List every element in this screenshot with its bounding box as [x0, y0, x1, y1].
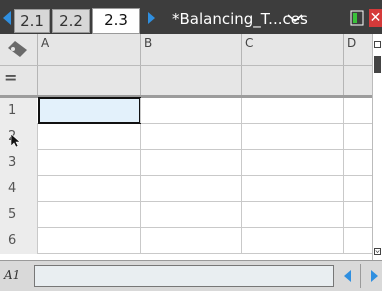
- cell-c2[interactable]: [241, 124, 343, 149]
- formula-row-label: =: [4, 68, 18, 87]
- column-header-row: A B C D: [0, 34, 372, 66]
- cell-b1[interactable]: [140, 98, 241, 123]
- cell-reference: A1: [4, 268, 21, 282]
- row-number[interactable]: 3: [0, 150, 37, 176]
- formula-cell-c[interactable]: [241, 66, 344, 95]
- cell-a2[interactable]: [37, 124, 140, 149]
- cell-d2[interactable]: [343, 124, 372, 149]
- cell-d5[interactable]: [343, 202, 372, 227]
- table-row: 1: [0, 97, 372, 124]
- table-row: 2: [0, 124, 372, 150]
- nav-left-arrow-icon[interactable]: [344, 270, 351, 282]
- battery-icon: [350, 10, 364, 26]
- close-icon[interactable]: ✕: [369, 9, 382, 27]
- cell-c5[interactable]: [241, 202, 343, 227]
- formula-row: =: [0, 66, 372, 98]
- tab-2-2[interactable]: 2.2: [52, 9, 90, 33]
- cell-d6[interactable]: [343, 228, 372, 253]
- column-header-a[interactable]: A: [37, 34, 140, 65]
- cell-c4[interactable]: [241, 176, 343, 201]
- cell-b5[interactable]: [140, 202, 241, 227]
- column-header-c[interactable]: C: [241, 34, 343, 65]
- cell-d3[interactable]: [343, 150, 372, 175]
- tab-2-1[interactable]: 2.1: [14, 9, 50, 33]
- cell-entry-input[interactable]: [34, 265, 334, 287]
- cell-c1[interactable]: [241, 98, 343, 123]
- table-row: 5: [0, 202, 372, 228]
- title-bar: 2.1 2.2 2.3 *Balancing_T...ces ✕: [0, 0, 382, 34]
- column-header-b[interactable]: B: [140, 34, 241, 65]
- cell-a6[interactable]: [37, 228, 140, 253]
- cell-a5[interactable]: [37, 202, 140, 227]
- cell-b4[interactable]: [140, 176, 241, 201]
- mouse-pointer-icon: [11, 134, 21, 148]
- tab-2-3[interactable]: 2.3: [92, 8, 140, 34]
- chevron-down-icon[interactable]: [287, 14, 303, 23]
- table-row: 6: [0, 228, 372, 254]
- diamond-pencil-icon[interactable]: [0, 34, 37, 65]
- cell-d1[interactable]: [343, 98, 372, 123]
- table-row: 4: [0, 176, 372, 202]
- tab-next-arrow-icon[interactable]: [148, 12, 155, 24]
- tab-prev-arrow-icon[interactable]: [3, 11, 11, 25]
- formula-cell-a[interactable]: [37, 66, 141, 95]
- cell-a3[interactable]: [37, 150, 140, 175]
- scroll-up-icon[interactable]: [374, 41, 381, 48]
- cell-b2[interactable]: [140, 124, 241, 149]
- formula-cell-d[interactable]: [343, 66, 372, 95]
- cell-a1[interactable]: [38, 97, 141, 124]
- scrollbar-thumb[interactable]: [374, 56, 381, 73]
- entry-bar: A1: [0, 260, 382, 291]
- cell-b3[interactable]: [140, 150, 241, 175]
- cell-c3[interactable]: [241, 150, 343, 175]
- cell-a4[interactable]: [37, 176, 140, 201]
- nav-right-arrow-icon[interactable]: [371, 270, 378, 282]
- formula-cell-b[interactable]: [140, 66, 242, 95]
- row-number[interactable]: 1: [0, 98, 37, 124]
- row-number[interactable]: 4: [0, 176, 37, 202]
- row-number[interactable]: 6: [0, 228, 37, 254]
- column-header-d[interactable]: D: [343, 34, 372, 65]
- spreadsheet-grid: A B C D = 1 2 3 4 5: [0, 34, 372, 260]
- cell-d4[interactable]: [343, 176, 372, 201]
- nav-divider: [360, 264, 361, 288]
- cell-b6[interactable]: [140, 228, 241, 253]
- vertical-scrollbar[interactable]: [372, 34, 382, 260]
- cell-c6[interactable]: [241, 228, 343, 253]
- row-number[interactable]: 5: [0, 202, 37, 228]
- scroll-down-icon[interactable]: [374, 248, 381, 255]
- table-row: 3: [0, 150, 372, 176]
